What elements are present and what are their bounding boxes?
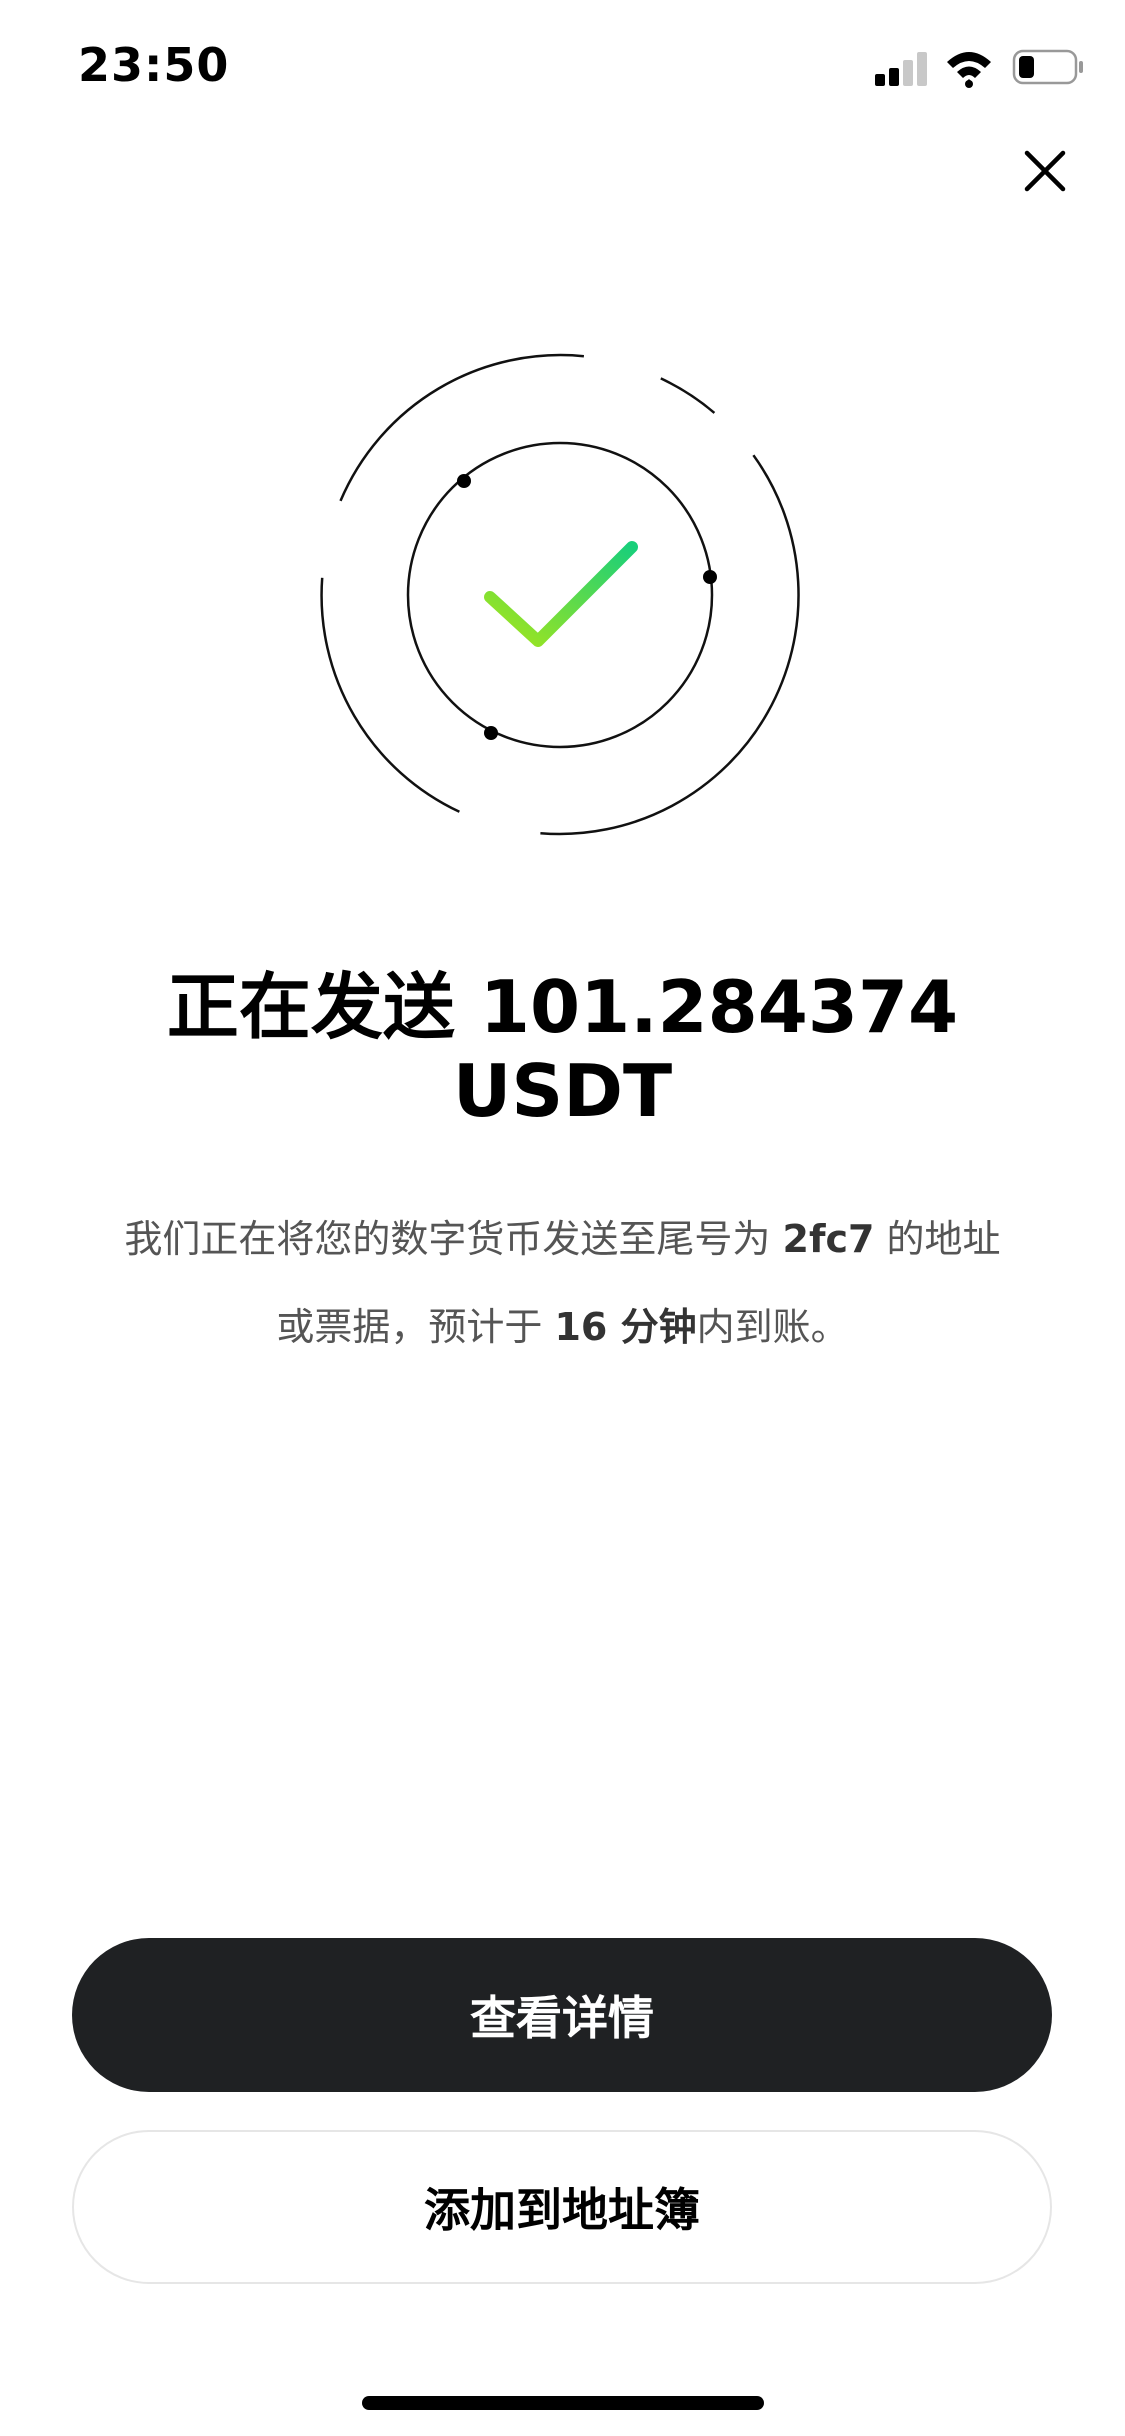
desc-part-1: 我们正在将您的数字货币发送至尾号为 <box>124 1217 783 1261</box>
status-time: 23:50 <box>78 38 230 92</box>
close-icon <box>1024 150 1066 192</box>
title-line-2: USDT <box>452 1049 673 1133</box>
view-details-button[interactable]: 查看详情 <box>72 1938 1052 2092</box>
inner-ring <box>406 441 714 749</box>
transfer-description: 我们正在将您的数字货币发送至尾号为 2fc7 的地址或票据，预计于 16 分钟内… <box>110 1195 1015 1371</box>
address-suffix: 2fc7 <box>782 1217 875 1261</box>
wifi-icon <box>947 52 991 88</box>
close-button[interactable] <box>1010 136 1080 206</box>
add-to-address-book-button[interactable]: 添加到地址簿 <box>72 2130 1052 2284</box>
orbit-dot <box>457 474 471 488</box>
page-title: 正在发送 101.284374 USDT <box>60 965 1065 1133</box>
success-graphic <box>310 345 810 845</box>
checkmark-icon <box>484 541 638 647</box>
status-bar: 23:50 <box>0 0 1125 130</box>
signal-icon <box>875 52 927 86</box>
status-icons-svg <box>875 49 1083 88</box>
eta-value: 16 分钟 <box>554 1305 697 1349</box>
outer-ring <box>320 353 800 836</box>
desc-part-3: 内到账。 <box>696 1305 849 1349</box>
orbit-dot <box>703 570 717 584</box>
battery-icon <box>1012 49 1083 85</box>
success-rings <box>320 353 800 836</box>
home-indicator[interactable] <box>362 2396 764 2410</box>
status-icons <box>875 44 1085 94</box>
title-line-1: 正在发送 101.284374 <box>166 965 959 1049</box>
orbit-dot <box>484 726 498 740</box>
